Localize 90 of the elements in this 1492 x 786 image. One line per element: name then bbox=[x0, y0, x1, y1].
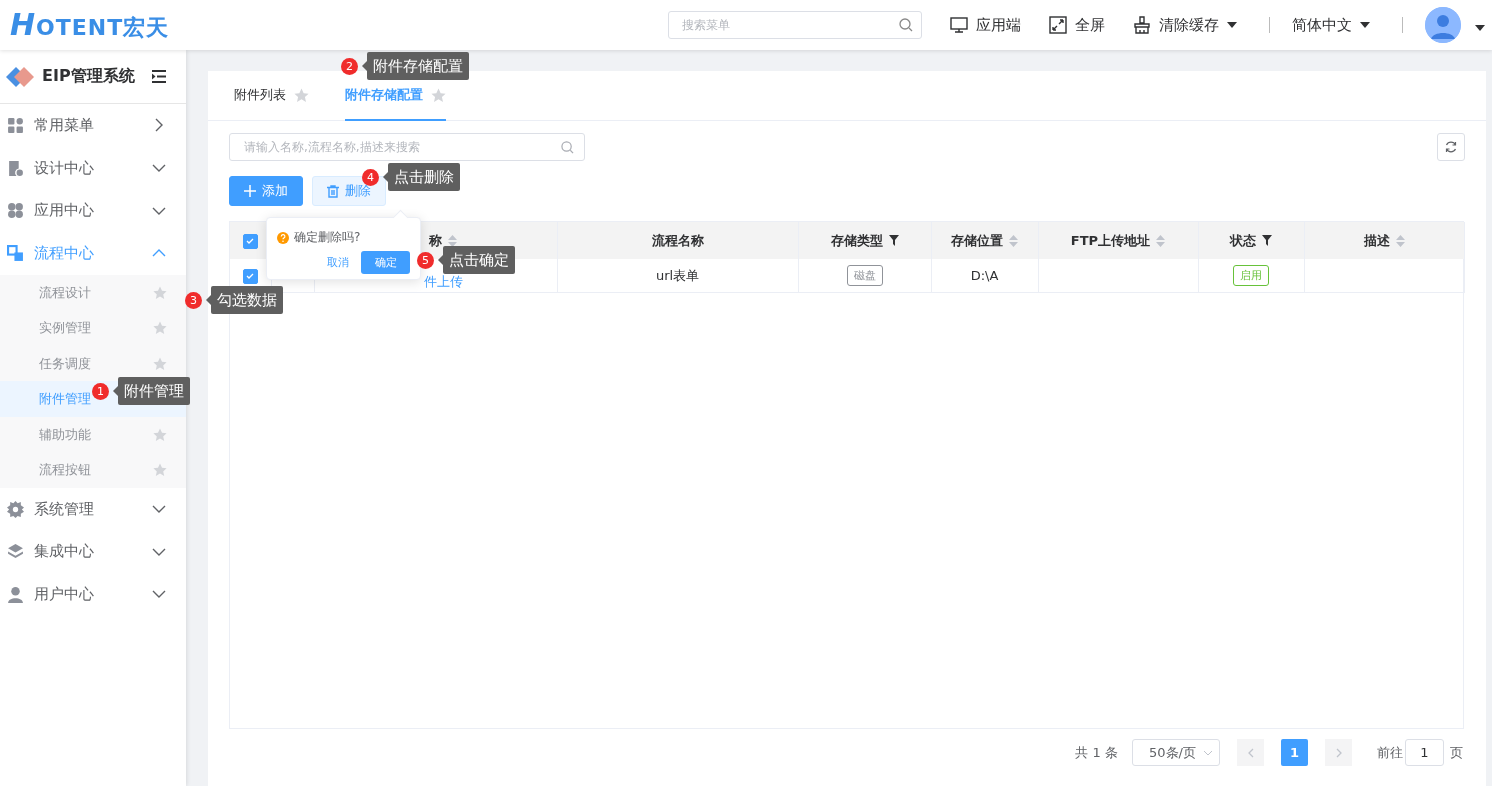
brush-icon bbox=[1133, 16, 1151, 34]
submenu-item[interactable]: 流程按钮 bbox=[0, 452, 186, 488]
search-icon bbox=[561, 140, 574, 154]
submenu-item[interactable]: 实例管理 bbox=[0, 310, 186, 346]
page-suffix: 页 bbox=[1450, 743, 1463, 762]
menu-item[interactable]: 集成中心 bbox=[0, 530, 186, 574]
plus-icon bbox=[244, 185, 256, 197]
column-header: 状态 bbox=[1230, 231, 1256, 250]
search-icon bbox=[899, 18, 913, 32]
filter-icon[interactable] bbox=[1262, 235, 1272, 246]
menu-item[interactable]: 用户中心 bbox=[0, 573, 186, 616]
star-icon[interactable] bbox=[153, 321, 167, 335]
menu-icon[interactable] bbox=[152, 70, 166, 83]
star-icon[interactable] bbox=[153, 463, 167, 477]
menu-item[interactable]: 常用菜单 bbox=[0, 104, 186, 147]
user-icon bbox=[7, 585, 24, 603]
column-header: 描述 bbox=[1363, 231, 1390, 250]
menu-item[interactable]: 设计中心 bbox=[0, 146, 186, 190]
search-field[interactable]: 搜索菜单 bbox=[668, 11, 922, 39]
table-cell[interactable]: 件上传 bbox=[424, 274, 463, 289]
monitor-icon bbox=[950, 16, 968, 34]
step-tooltip: 点击删除 bbox=[383, 163, 460, 191]
toolbar-button[interactable]: 清除缓存 bbox=[1133, 15, 1237, 35]
settings-icon bbox=[7, 500, 24, 518]
next-page-button[interactable] bbox=[1325, 739, 1352, 766]
fullscreen-icon bbox=[1049, 16, 1067, 34]
step-tooltip: 勾选数据 bbox=[206, 286, 283, 314]
tab[interactable]: 附件列表 bbox=[234, 71, 309, 121]
chevron-down-icon bbox=[1203, 749, 1213, 756]
chevron-right-icon bbox=[1335, 747, 1342, 758]
toolbar-button[interactable]: 全屏 bbox=[1049, 15, 1105, 35]
total-count: 共 1 条 bbox=[1075, 743, 1118, 762]
checkbox[interactable] bbox=[242, 233, 258, 249]
table-cell: url表单 bbox=[655, 267, 700, 283]
caret-icon bbox=[1227, 22, 1237, 28]
star-icon[interactable] bbox=[294, 87, 309, 103]
star-icon[interactable] bbox=[431, 87, 446, 103]
layers-icon bbox=[7, 543, 24, 561]
page-input[interactable]: 1 bbox=[1405, 739, 1444, 766]
column-header: FTP上传地址 bbox=[1070, 231, 1151, 250]
step-tooltip: 附件管理 bbox=[113, 377, 190, 405]
document-icon bbox=[7, 159, 24, 177]
check-icon bbox=[245, 236, 256, 246]
logo-icon bbox=[6, 66, 34, 87]
caret-icon bbox=[1360, 22, 1370, 28]
sort-icon[interactable] bbox=[448, 234, 457, 247]
step-badge: 3 bbox=[185, 291, 202, 309]
checkbox[interactable] bbox=[242, 268, 258, 284]
step-badge: 2 bbox=[341, 57, 358, 75]
confirm-button[interactable]: 确定 bbox=[361, 251, 410, 274]
trash-icon bbox=[327, 184, 339, 198]
app-title: EIP管理系统 bbox=[42, 66, 136, 87]
submenu-item[interactable]: 辅助功能 bbox=[0, 416, 186, 453]
confirm-message: 确定删除吗? bbox=[294, 229, 361, 246]
add-button[interactable]: 添加 bbox=[229, 176, 303, 206]
apps-icon bbox=[7, 202, 24, 220]
goto-label: 前往 bbox=[1377, 743, 1403, 762]
cancel-button[interactable]: 取消 bbox=[323, 255, 353, 270]
search-field[interactable]: 请输入名称,流程名称,描述来搜索 bbox=[229, 133, 585, 161]
star-icon[interactable] bbox=[153, 356, 167, 371]
star-icon[interactable] bbox=[153, 427, 167, 442]
flow-icon bbox=[7, 244, 24, 262]
menu-item[interactable]: 应用中心 bbox=[0, 189, 186, 233]
page-size-dropdown[interactable]: 50条/页 bbox=[1132, 739, 1220, 766]
star-icon[interactable] bbox=[153, 285, 167, 300]
filter-icon[interactable] bbox=[888, 235, 899, 246]
refresh-icon bbox=[1445, 141, 1457, 153]
logo: HOTENT宏天 bbox=[10, 7, 171, 43]
tag: 磁盘 bbox=[846, 265, 883, 286]
column-header: 流程名称 bbox=[651, 231, 704, 250]
question-icon bbox=[277, 231, 289, 244]
page-button[interactable]: 1 bbox=[1281, 739, 1308, 766]
previous-page-button[interactable] bbox=[1237, 739, 1264, 766]
step-tooltip: 附件存储配置 bbox=[362, 52, 469, 80]
refresh-button[interactable] bbox=[1437, 133, 1465, 161]
menu-item[interactable]: 流程中心 bbox=[0, 232, 186, 275]
caret-icon bbox=[1475, 24, 1485, 31]
grid-icon bbox=[7, 116, 24, 134]
table-cell: D:\A bbox=[970, 268, 999, 283]
column-header: 存储类型 bbox=[830, 231, 883, 250]
language-dropdown[interactable]: 简体中文 bbox=[1292, 15, 1370, 35]
column-header: 存储位置 bbox=[951, 231, 1003, 250]
menu-item[interactable]: 系统管理 bbox=[0, 487, 186, 531]
check-icon bbox=[245, 271, 256, 281]
toolbar-button[interactable]: 应用端 bbox=[950, 15, 1021, 35]
submenu-item[interactable]: 流程设计 bbox=[0, 274, 186, 311]
avatar[interactable] bbox=[1425, 7, 1461, 43]
chevron-left-icon bbox=[1247, 747, 1254, 758]
tag: 启用 bbox=[1233, 265, 1269, 286]
step-tooltip: 点击确定 bbox=[438, 246, 515, 274]
